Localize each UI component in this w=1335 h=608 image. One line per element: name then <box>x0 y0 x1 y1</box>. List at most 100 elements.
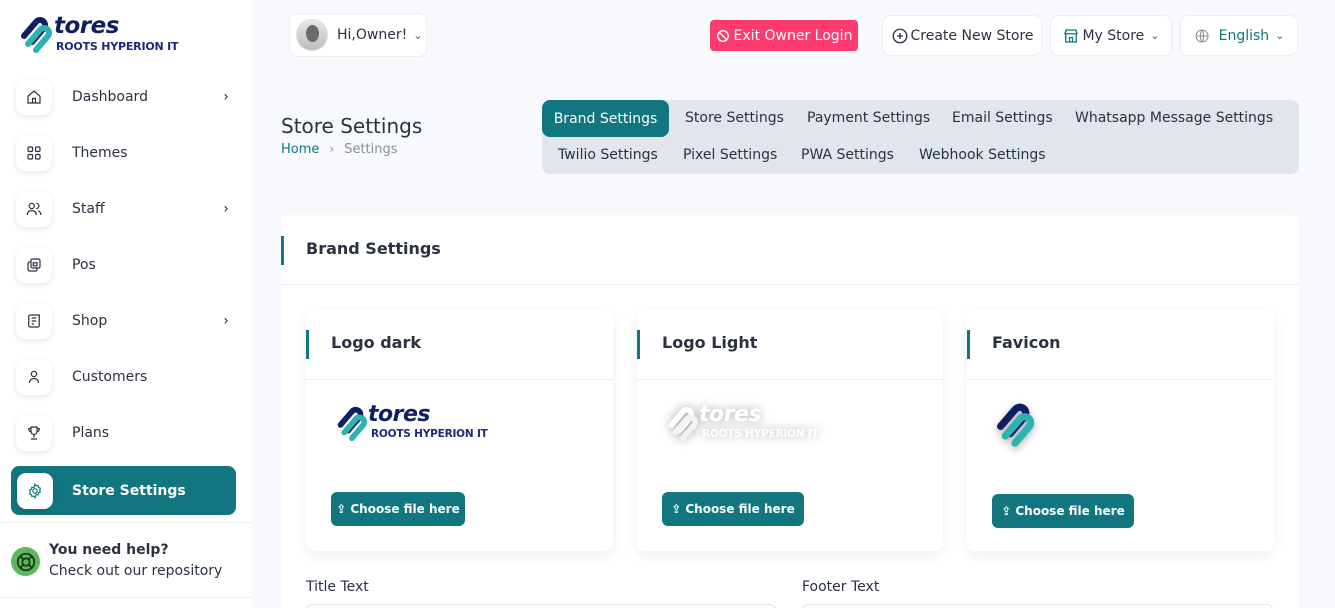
tab-brand-settings[interactable]: Brand Settings <box>542 100 669 137</box>
exit-owner-login-button[interactable]: Exit Owner Login <box>710 20 858 51</box>
brand-word: tores <box>54 13 119 39</box>
user-greeting: Hi,Owner! <box>337 27 408 43</box>
logo-dark-card: Logo dark tores ROOTS HYPERION IT ⇪ Choo… <box>306 310 613 551</box>
sidebar: tores ROOTS HYPERION IT Dashboard › Them… <box>0 0 252 608</box>
choose-file-label: Choose file here <box>685 502 795 516</box>
sub-card-title: Favicon <box>992 333 1061 352</box>
card-header: Brand Settings <box>281 215 1299 285</box>
globe-icon <box>1194 28 1210 44</box>
sub-card-title: Logo Light <box>662 333 758 352</box>
tab-payment-settings[interactable]: Payment Settings <box>807 110 930 126</box>
tab-store-settings[interactable]: Store Settings <box>685 110 784 126</box>
choose-file-button[interactable]: ⇪ Choose file here <box>662 492 804 526</box>
sidebar-item-themes[interactable]: Themes <box>16 129 236 177</box>
brand-word: tores <box>699 402 762 427</box>
logo-light-preview: tores ROOTS HYPERION IT <box>662 402 837 446</box>
my-store-label: My Store <box>1082 27 1145 44</box>
choose-file-button[interactable]: ⇪ Choose file here <box>992 494 1134 528</box>
gear-icon <box>17 472 53 509</box>
create-new-store-label: Create New Store <box>910 27 1034 44</box>
tab-email-settings[interactable]: Email Settings <box>952 110 1053 126</box>
chevron-down-icon: ⌄ <box>1150 29 1160 42</box>
sidebar-item-label: Customers <box>72 369 148 385</box>
favicon-preview-icon <box>997 403 1035 447</box>
brand-mark-icon <box>668 406 699 442</box>
sidebar-item-plans[interactable]: Plans <box>16 409 236 457</box>
sidebar-item-store-settings[interactable]: Store Settings <box>11 466 236 515</box>
tab-pixel-settings[interactable]: Pixel Settings <box>683 147 777 163</box>
my-store-dropdown[interactable]: My Store ⌄ <box>1050 15 1172 56</box>
exit-owner-login-label: Exit Owner Login <box>733 27 853 44</box>
help-link[interactable]: Check out our repository <box>49 563 222 579</box>
brand-tagline: ROOTS HYPERION IT <box>56 40 179 53</box>
upload-icon: ⇪ <box>1001 504 1012 518</box>
sidebar-item-shop[interactable]: Shop › <box>16 297 236 345</box>
favicon-card: Favicon ⇪ Choose file here <box>967 310 1274 551</box>
breadcrumb-current: Settings <box>344 142 398 157</box>
brand-mark-icon <box>337 406 368 442</box>
brand-mark-icon <box>21 17 52 53</box>
chevron-down-icon: ⌄ <box>413 28 423 42</box>
footer-text-input[interactable] <box>802 604 1273 608</box>
chevron-right-icon: › <box>223 89 229 105</box>
accent-bar <box>637 330 640 359</box>
plus-circle-icon <box>891 27 909 45</box>
sidebar-item-label: Staff <box>72 201 105 217</box>
upload-icon: ⇪ <box>336 502 347 516</box>
card-title: Brand Settings <box>306 239 441 258</box>
title-text-input[interactable] <box>306 604 776 608</box>
sub-card-title: Logo dark <box>331 333 421 352</box>
sidebar-item-label: Pos <box>72 257 96 273</box>
sub-card-header: Logo Light <box>637 310 943 380</box>
upload-icon: ⇪ <box>671 502 682 516</box>
breadcrumb-home-link[interactable]: Home <box>281 142 319 157</box>
help-title: You need help? <box>49 542 169 558</box>
grid-icon <box>16 135 52 171</box>
tab-twilio-settings[interactable]: Twilio Settings <box>558 147 658 163</box>
brand-tagline: ROOTS HYPERION IT <box>371 428 488 440</box>
chevron-right-icon: › <box>223 313 229 329</box>
ban-icon <box>716 29 729 42</box>
home-icon <box>16 79 52 115</box>
language-label: English <box>1218 27 1270 44</box>
sidebar-item-staff[interactable]: Staff › <box>16 185 236 233</box>
tab-pwa-settings[interactable]: PWA Settings <box>801 147 894 163</box>
settings-tabs: Brand Settings Store Settings Payment Se… <box>542 100 1299 174</box>
sidebar-item-customers[interactable]: Customers <box>16 353 236 401</box>
sidebar-item-label: Shop <box>72 313 108 329</box>
chevron-down-icon: ⌄ <box>1275 29 1285 42</box>
title-text-label: Title Text <box>306 579 369 595</box>
sub-card-header: Logo dark <box>306 310 613 380</box>
choose-file-label: Choose file here <box>350 502 460 516</box>
accent-bar <box>306 330 309 359</box>
choose-file-button[interactable]: ⇪ Choose file here <box>331 492 465 526</box>
tab-whatsapp-message-settings[interactable]: Whatsapp Message Settings <box>1075 110 1273 126</box>
accent-bar <box>967 330 970 359</box>
sidebar-item-label: Dashboard <box>72 89 148 105</box>
lifebuoy-icon <box>11 547 40 576</box>
brand-word: tores <box>368 402 431 427</box>
logo-light-card: Logo Light tores ROOTS HYPERION IT ⇪ Cho… <box>637 310 943 551</box>
sidebar-item-pos[interactable]: Pos <box>16 241 236 289</box>
help-box[interactable]: You need help? Check out our repository <box>0 522 252 598</box>
logo-dark-preview: tores ROOTS HYPERION IT <box>331 402 506 446</box>
language-dropdown[interactable]: English ⌄ <box>1180 15 1298 56</box>
receipt-icon <box>16 303 52 339</box>
tab-webhook-settings[interactable]: Webhook Settings <box>919 147 1046 163</box>
footer-text-label: Footer Text <box>802 579 880 595</box>
sidebar-item-label: Plans <box>72 425 110 441</box>
breadcrumb: Home › Settings <box>281 142 398 157</box>
sidebar-item-dashboard[interactable]: Dashboard › <box>16 73 236 121</box>
layers-icon <box>16 247 52 283</box>
sidebar-item-label: Themes <box>72 145 128 161</box>
avatar <box>296 19 328 51</box>
user-menu-button[interactable]: Hi,Owner! ⌄ <box>289 13 427 57</box>
choose-file-label: Choose file here <box>1015 504 1125 518</box>
accent-bar <box>281 236 284 265</box>
brand-tagline: ROOTS HYPERION IT <box>702 428 819 440</box>
users-icon <box>16 191 52 227</box>
sidebar-item-label: Store Settings <box>72 482 186 499</box>
chevron-right-icon: › <box>329 142 335 156</box>
create-new-store-button[interactable]: Create New Store <box>882 15 1042 56</box>
brand-logo[interactable]: tores ROOTS HYPERION IT <box>14 13 184 56</box>
